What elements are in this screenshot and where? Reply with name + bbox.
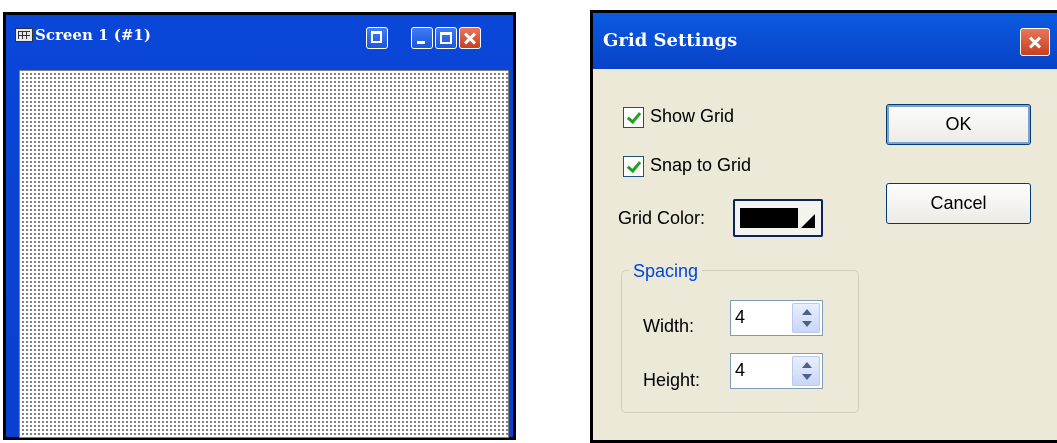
screen-title: Screen 1 (#1) <box>35 26 151 44</box>
height-label: Height: <box>643 370 701 390</box>
dialog-close-button[interactable] <box>1020 28 1050 56</box>
dropdown-arrow-icon <box>801 214 815 228</box>
dialog-title: Grid Settings <box>603 30 738 51</box>
width-value[interactable]: 4 <box>735 307 745 328</box>
grid-color-label: Grid Color: <box>618 208 706 228</box>
spinner-arrows-icon[interactable] <box>792 356 820 386</box>
close-icon <box>460 28 480 48</box>
spacing-group-label: Spacing <box>629 261 703 282</box>
maximize-button[interactable] <box>435 27 457 49</box>
height-value[interactable]: 4 <box>735 360 745 381</box>
close-icon <box>1021 29 1049 55</box>
minimize-button[interactable] <box>411 27 433 49</box>
ok-button[interactable]: OK <box>886 104 1031 145</box>
width-spinner[interactable]: 4 <box>730 300 823 336</box>
width-label: Width: <box>643 316 695 336</box>
spinner-arrows-icon[interactable] <box>792 303 820 333</box>
grid-app-icon <box>15 28 33 42</box>
grid-color-swatch <box>740 208 798 228</box>
snap-to-grid-checkbox[interactable] <box>623 156 644 177</box>
dialog-body: Grid Settings Show Grid Snap to Grid Gri… <box>593 13 1057 440</box>
show-grid-checkbox[interactable] <box>623 107 644 128</box>
cancel-button[interactable]: Cancel <box>886 183 1031 224</box>
grid-settings-dialog: Grid Settings Show Grid Snap to Grid Gri… <box>590 10 1057 443</box>
spacing-groupbox <box>621 270 859 413</box>
snap-to-grid-label[interactable]: Snap to Grid <box>650 155 751 176</box>
height-spinner[interactable]: 4 <box>730 353 823 389</box>
grid-color-picker[interactable] <box>733 199 823 237</box>
close-button[interactable] <box>459 27 481 49</box>
screen-window: Screen 1 (#1) <box>3 12 516 440</box>
dialog-titlebar[interactable]: Grid Settings <box>593 13 1057 69</box>
show-grid-label[interactable]: Show Grid <box>650 106 734 127</box>
screen-window-frame: Screen 1 (#1) <box>6 15 513 438</box>
screen-titlebar[interactable]: Screen 1 (#1) <box>6 15 513 57</box>
restore-button[interactable] <box>366 27 388 49</box>
grid-canvas[interactable] <box>19 70 509 438</box>
